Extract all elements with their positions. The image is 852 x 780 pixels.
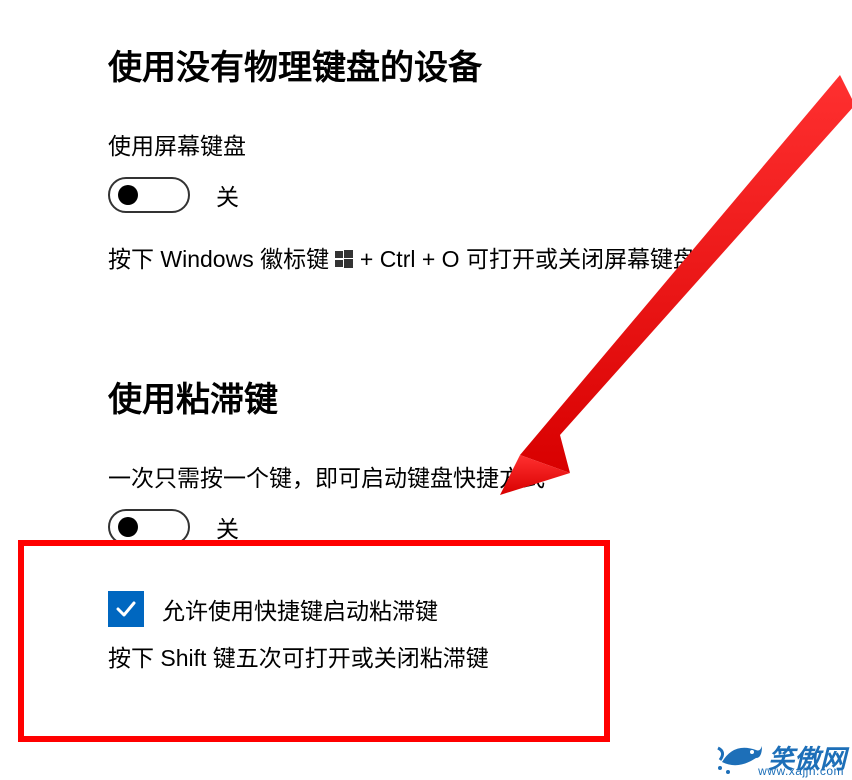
watermark-fish-icon xyxy=(716,732,764,776)
settings-page: 使用没有物理键盘的设备 使用屏幕键盘 关 按下 Windows 徽标键 + Ct… xyxy=(0,0,852,780)
screen-keyboard-label: 使用屏幕键盘 xyxy=(108,127,852,161)
sticky-keys-toggle-row: 关 xyxy=(108,509,852,545)
sticky-keys-section: 使用粘滞键 一次只需按一个键，即可启动键盘快捷方式 关 允许使用快捷键启动粘滞键… xyxy=(108,372,852,673)
sticky-keys-shortcut-label: 允许使用快捷键启动粘滞键 xyxy=(162,592,438,626)
sticky-keys-toggle[interactable] xyxy=(108,509,190,545)
desc-prefix: 按下 Windows 徽标键 xyxy=(108,246,335,272)
screen-keyboard-desc: 按下 Windows 徽标键 + Ctrl + O 可打开或关闭屏幕键盘。 xyxy=(108,241,852,278)
toggle-knob xyxy=(118,185,138,205)
watermark-url: www.xajjn.com xyxy=(758,764,844,778)
screen-keyboard-toggle-state: 关 xyxy=(216,178,239,212)
sticky-keys-desc: 按下 Shift 键五次可打开或关闭粘滞键 xyxy=(108,639,852,673)
sticky-keys-toggle-state: 关 xyxy=(216,510,239,544)
sticky-keys-shortcut-row: 允许使用快捷键启动粘滞键 xyxy=(108,591,852,627)
desc-suffix: + Ctrl + O 可打开或关闭屏幕键盘。 xyxy=(360,246,719,272)
windows-logo-icon xyxy=(335,242,353,260)
screen-keyboard-toggle-row: 关 xyxy=(108,177,852,213)
screen-keyboard-toggle[interactable] xyxy=(108,177,190,213)
sticky-keys-heading: 使用粘滞键 xyxy=(108,372,852,421)
physical-keyboard-heading: 使用没有物理键盘的设备 xyxy=(108,40,852,89)
toggle-knob xyxy=(118,517,138,537)
sticky-keys-label: 一次只需按一个键，即可启动键盘快捷方式 xyxy=(108,459,852,493)
sticky-keys-shortcut-checkbox[interactable] xyxy=(108,591,144,627)
